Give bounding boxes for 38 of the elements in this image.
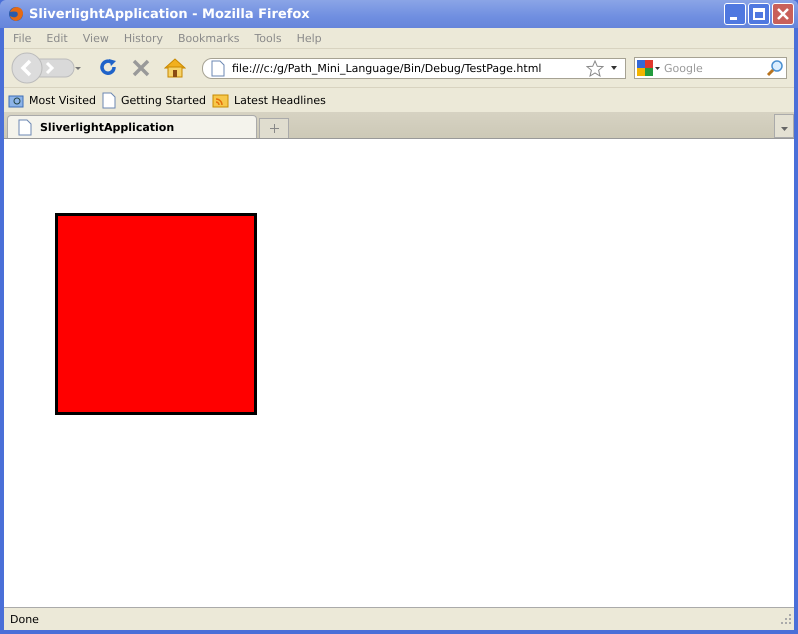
menu-item[interactable]: Tools: [254, 32, 282, 44]
window-title: SliverlightApplication - Mozilla Firefox: [29, 6, 311, 22]
page-icon: [18, 118, 32, 136]
page-icon: [211, 60, 225, 76]
dropdown-caret-icon[interactable]: [611, 66, 617, 70]
reload-icon[interactable]: [98, 58, 118, 78]
tab-list-button[interactable]: [774, 114, 794, 138]
plus-icon: [270, 124, 278, 133]
search-icon[interactable]: [766, 59, 784, 77]
menu-item[interactable]: History: [124, 32, 163, 44]
feed-folder-icon: [212, 92, 229, 108]
minimize-icon: [730, 16, 736, 20]
menu-item[interactable]: Edit: [46, 32, 68, 44]
close-button[interactable]: [772, 3, 794, 25]
home-icon[interactable]: [164, 58, 186, 78]
maximize-button[interactable]: [748, 3, 770, 25]
menu-item[interactable]: Bookmarks: [178, 32, 240, 44]
address-field[interactable]: file:///c:/g/Path_Mini_Language/Bin/Debug/TestPage.html: [202, 58, 626, 78]
menu-item[interactable]: Help: [296, 32, 322, 44]
bookmark-item[interactable]: Getting Started: [102, 92, 206, 108]
page-icon: [102, 92, 116, 108]
stop-icon[interactable]: [132, 59, 150, 77]
search-engine-icon[interactable]: [635, 58, 661, 78]
star-icon[interactable]: [586, 60, 604, 76]
maximize-icon: [753, 8, 765, 20]
close-icon: [777, 8, 789, 20]
resize-grip-icon[interactable]: [780, 613, 792, 625]
new-tab-button[interactable]: [259, 118, 289, 138]
caret-icon: [780, 126, 788, 130]
menu-item[interactable]: File: [13, 32, 32, 44]
minimize-button[interactable]: [724, 3, 746, 25]
folder-icon: [8, 92, 24, 108]
bookmark-item[interactable]: Most Visited: [8, 92, 96, 108]
status-text: Done: [10, 612, 39, 626]
browser-tab[interactable]: SliverlightApplication: [7, 115, 257, 138]
search-bar[interactable]: Google: [634, 57, 787, 79]
menu-item[interactable]: View: [82, 32, 109, 44]
bookmark-item[interactable]: Latest Headlines: [212, 92, 326, 108]
